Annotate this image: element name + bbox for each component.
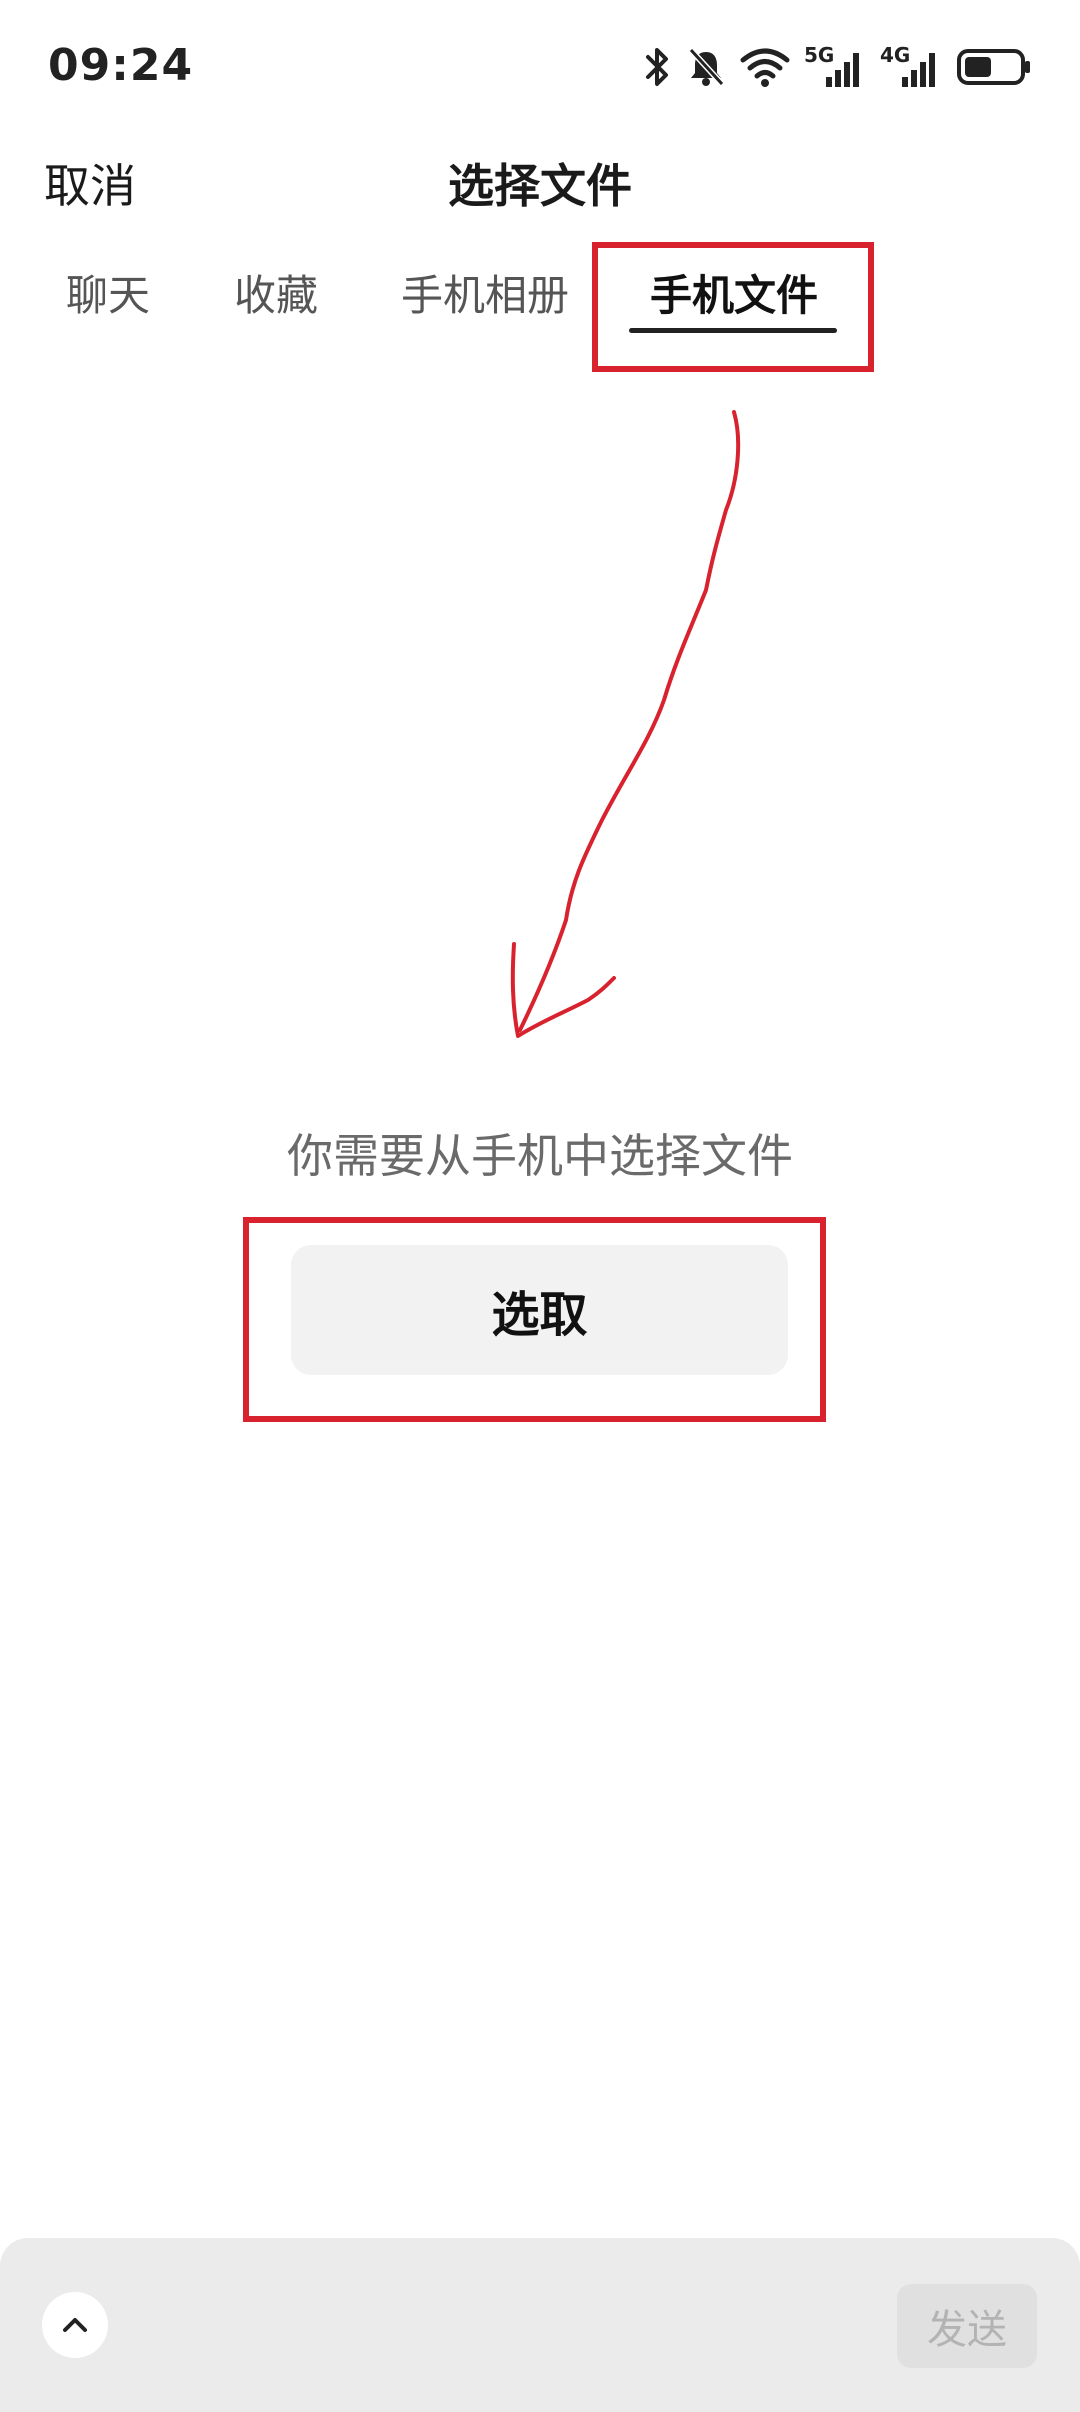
- screen: 09:24 5G 4G 取消 选择文件 聊天 收藏 手机相册 手机文件 你需要从…: [0, 0, 1080, 2412]
- annotation-arrow-icon: [510, 410, 741, 1038]
- empty-state-message: 你需要从手机中选择文件: [287, 1129, 793, 1183]
- send-button[interactable]: 发送: [897, 2284, 1037, 2368]
- bottom-bar: 发送: [0, 2238, 1080, 2412]
- chevron-up-icon: [63, 2318, 87, 2332]
- expand-button[interactable]: [42, 2292, 108, 2358]
- pick-file-button[interactable]: 选取: [291, 1245, 788, 1375]
